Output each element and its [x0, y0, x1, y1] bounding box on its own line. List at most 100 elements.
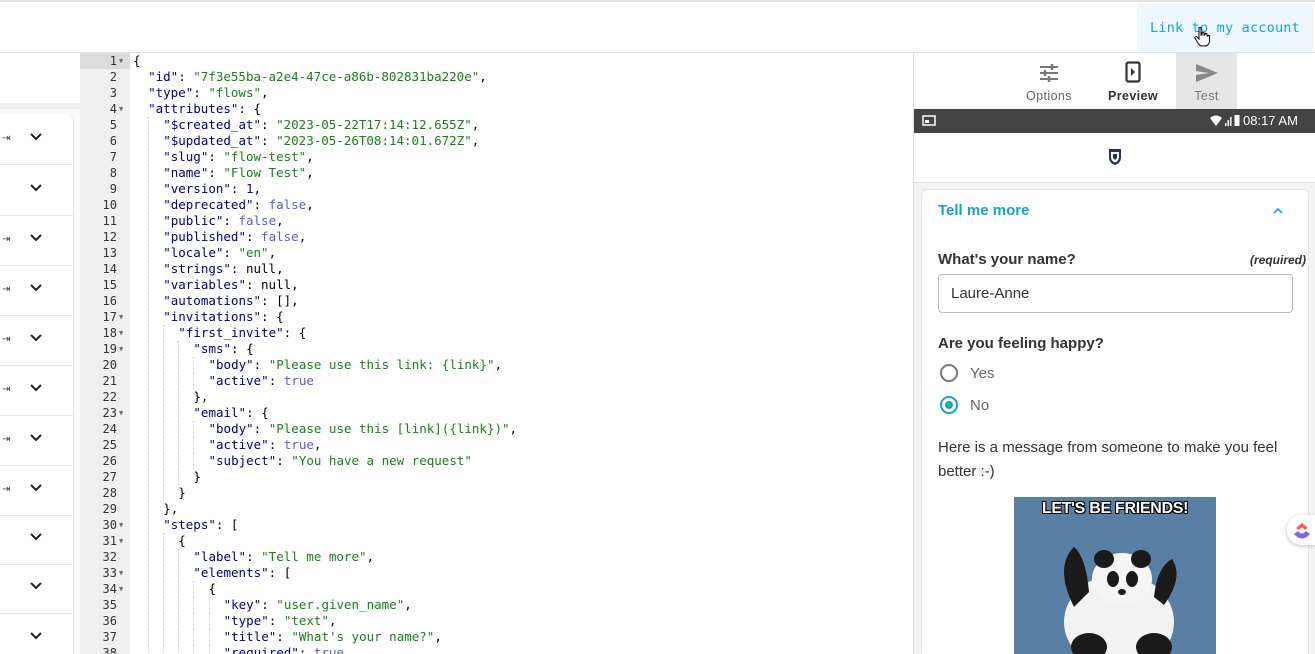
code-line[interactable]: 16 "automations": [],	[80, 293, 913, 309]
code-line[interactable]: 17 ▼ "invitations": {	[80, 309, 913, 325]
code-line[interactable]: 14 "strings": null,	[80, 261, 913, 277]
code-line[interactable]: 2 "id": "7f3e55ba-a2e4-47ce-a86b-802831ba…	[80, 69, 913, 85]
code-line[interactable]: 31 ▼ {	[80, 533, 913, 549]
code-line[interactable]: 13 "locale": "en",	[80, 245, 913, 261]
fold-toggle-icon[interactable]: ▼	[119, 309, 123, 325]
code-line[interactable]: 32 "label": "Tell me more",	[80, 549, 913, 565]
code-line[interactable]: 12 "published": false,	[80, 229, 913, 245]
code-line[interactable]: 22},	[80, 389, 913, 405]
json-editor[interactable]: 1 ▼{2 "id": "7f3e55ba-a2e4-47ce-a86b-80283…	[80, 53, 914, 654]
sidebar-step-row[interactable]: ⇥	[0, 466, 74, 516]
indent-guide	[163, 613, 165, 629]
code-line[interactable]: 1 ▼ {	[80, 53, 913, 69]
fold-toggle-icon[interactable]: ▼	[119, 53, 123, 69]
message-text: Here is a message from someone to make y…	[938, 439, 1278, 480]
code-line[interactable]: 6 "$updated_at": "2023-05-26T08:14:01.672…	[80, 133, 913, 149]
sidebar-step-row[interactable]	[0, 515, 74, 565]
code-line[interactable]: 23 ▼ "email": {	[80, 405, 913, 421]
code-line[interactable]: 9 "version": 1,	[80, 181, 913, 197]
indent-guide	[148, 245, 150, 261]
code-text: },	[163, 501, 179, 516]
code-line[interactable]: 38 "required": true	[80, 645, 913, 654]
indent-guide	[163, 325, 165, 341]
chevron-down-icon[interactable]	[28, 532, 44, 542]
sidebar-step-row[interactable]: ⇥	[0, 266, 74, 316]
indent-guide	[163, 469, 165, 485]
code-line[interactable]: 36 "type": "text",	[80, 613, 913, 629]
fold-toggle-icon[interactable]: ▼	[119, 405, 123, 421]
code-line[interactable]: 10 "deprecated": false,	[80, 197, 913, 213]
code-line[interactable]: 21 "active": true	[80, 373, 913, 389]
radio-option-no[interactable]: No	[940, 394, 989, 416]
chevron-up-icon[interactable]	[1273, 207, 1283, 214]
tab-preview[interactable]: Preview	[1095, 53, 1171, 109]
code-line[interactable]: 35 "key": "user.given_name",	[80, 597, 913, 613]
code-line[interactable]: 7 "slug": "flow-test",	[80, 149, 913, 165]
sidebar-step-row[interactable]	[0, 614, 74, 654]
tab-arrow-icon: ⇥	[2, 484, 11, 495]
chevron-down-icon[interactable]	[28, 383, 44, 393]
code-line[interactable]: 15 "variables": null,	[80, 277, 913, 293]
battery-icon	[1234, 115, 1240, 126]
code-line[interactable]: 18 ▼ "first_invite": {	[80, 325, 913, 341]
code-line[interactable]: 24 "body": "Please use this [link]({link}…	[80, 421, 913, 437]
step-title[interactable]: Tell me more	[938, 202, 1029, 219]
code-line[interactable]: 5 "$created_at": "2023-05-22T17:14:12.655…	[80, 117, 913, 133]
chevron-down-icon[interactable]	[28, 132, 44, 142]
code-line[interactable]: 28}	[80, 485, 913, 501]
sidebar-step-row[interactable]: ⇥	[0, 366, 74, 416]
tab-test[interactable]: Test	[1176, 53, 1237, 109]
code-line[interactable]: 30 ▼ "steps": [	[80, 517, 913, 533]
code-line[interactable]: 11 "public": false,	[80, 213, 913, 229]
radio-no-button[interactable]	[940, 396, 958, 414]
fold-toggle-icon[interactable]: ▼	[119, 581, 123, 597]
clickup-widget-button[interactable]	[1287, 515, 1315, 545]
sidebar-step-row[interactable]: ⇥	[0, 115, 74, 165]
fold-toggle-icon[interactable]: ▼	[119, 325, 123, 341]
link-account-button[interactable]: Link to my account	[1137, 4, 1313, 52]
indent-guide	[148, 597, 150, 613]
fold-toggle-icon[interactable]: ▼	[119, 533, 123, 549]
code-line[interactable]: 27}	[80, 469, 913, 485]
code-line[interactable]: 20 "body": "Please use this link: {link}"…	[80, 357, 913, 373]
indent-guide	[163, 341, 165, 357]
fold-toggle-icon[interactable]: ▼	[119, 341, 123, 357]
radio-option-yes[interactable]: Yes	[940, 362, 994, 384]
code-line[interactable]: 33 ▼ "elements": [	[80, 565, 913, 581]
chevron-down-icon[interactable]	[28, 183, 44, 193]
code-line[interactable]: 3 "type": "flows",	[80, 85, 913, 101]
line-number: 15	[102, 278, 117, 292]
sidebar-step-row[interactable]	[0, 564, 74, 614]
name-input[interactable]: Laure-Anne	[938, 274, 1293, 313]
chevron-down-icon[interactable]	[28, 433, 44, 443]
sidebar-step-row[interactable]: ⇥	[0, 416, 74, 466]
indent-guide	[148, 469, 150, 485]
code-line[interactable]: 34 ▼ {	[80, 581, 913, 597]
sidebar-step-row[interactable]	[0, 166, 74, 216]
fold-toggle-icon[interactable]: ▼	[119, 565, 123, 581]
radio-yes-button[interactable]	[940, 364, 958, 382]
indent-guide	[148, 277, 150, 293]
chevron-down-icon[interactable]	[28, 483, 44, 493]
chevron-down-icon[interactable]	[28, 233, 44, 243]
code-line[interactable]: 29},	[80, 501, 913, 517]
sidebar-step-row[interactable]: ⇥	[0, 216, 74, 266]
indent-guide	[148, 341, 150, 357]
sidebar-step-row[interactable]: ⇥	[0, 316, 74, 366]
code-line[interactable]: 8 "name": "Flow Test",	[80, 165, 913, 181]
code-text: "type": "text",	[223, 613, 337, 628]
indent-guide	[148, 549, 150, 565]
code-line[interactable]: 26 "subject": "You have a new request"	[80, 453, 913, 469]
chevron-down-icon[interactable]	[28, 631, 44, 641]
chevron-down-icon[interactable]	[28, 283, 44, 293]
tab-options[interactable]: Options	[1011, 53, 1087, 109]
chevron-down-icon[interactable]	[28, 333, 44, 343]
code-line[interactable]: 19 ▼ "sms": {	[80, 341, 913, 357]
chevron-down-icon[interactable]	[28, 581, 44, 591]
code-line[interactable]: 37 "title": "What's your name?",	[80, 629, 913, 645]
code-line[interactable]: 25 "active": true,	[80, 437, 913, 453]
code-line[interactable]: 4 ▼ "attributes": {	[80, 101, 913, 117]
fold-toggle-icon[interactable]: ▼	[119, 517, 123, 533]
fold-toggle-icon[interactable]: ▼	[119, 101, 123, 117]
code-text: "id": "7f3e55ba-a2e4-47ce-a86b-802831ba2…	[148, 69, 487, 84]
